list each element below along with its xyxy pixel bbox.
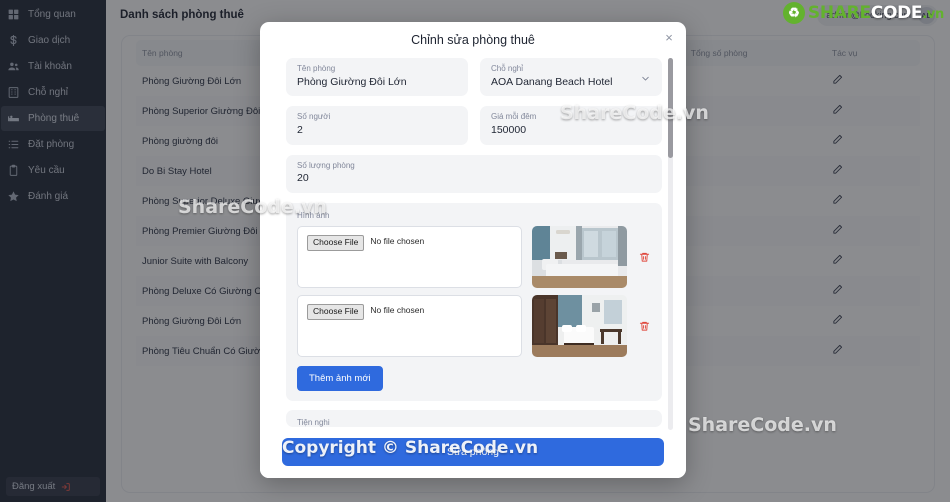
edit-room-modal: Chỉnh sửa phòng thuê × Tên phòng Phòng G…: [260, 22, 686, 478]
choose-file-button[interactable]: Choose File: [307, 235, 365, 251]
modal-body: Tên phòng Phòng Giường Đôi Lớn Chỗ nghỉ …: [260, 58, 686, 436]
form-row-1: Tên phòng Phòng Giường Đôi Lớn Chỗ nghỉ …: [286, 58, 662, 97]
modal-scrollbar[interactable]: [668, 58, 673, 430]
images-section: Hình ảnh Choose File No file chosen Choo…: [286, 203, 662, 402]
room-name-field[interactable]: Tên phòng Phòng Giường Đôi Lớn: [286, 58, 468, 97]
close-icon[interactable]: ×: [662, 30, 676, 44]
room-name-value: Phòng Giường Đôi Lớn: [297, 76, 407, 88]
file-input-2[interactable]: Choose File No file chosen: [297, 295, 522, 358]
guests-value: 2: [297, 125, 303, 137]
add-image-button[interactable]: Thêm ảnh mới: [297, 366, 383, 392]
modal-scrollbar-thumb[interactable]: [668, 58, 673, 158]
bedroom-wardrobe-photo: [532, 295, 627, 358]
file-input-1[interactable]: Choose File No file chosen: [297, 226, 522, 289]
room-count-value: 20: [297, 173, 309, 185]
amenities-label: Tiện nghi: [297, 418, 330, 428]
accommodation-label: Chỗ nghỉ: [491, 64, 524, 73]
price-field[interactable]: Giá mỗi đêm 150000: [480, 106, 662, 145]
app-root: Tổng quan Giao dịch Tài khoản Chỗ nghỉ P: [0, 0, 950, 502]
modal-header: Chỉnh sửa phòng thuê ×: [260, 22, 686, 58]
submit-button[interactable]: Sửa phòng: [282, 438, 664, 466]
guests-label: Số người: [297, 112, 331, 122]
images-label: Hình ảnh: [297, 211, 330, 221]
choose-file-button[interactable]: Choose File: [307, 304, 365, 320]
room-count-field[interactable]: Số lượng phòng 20: [286, 154, 662, 194]
modal-title: Chỉnh sửa phòng thuê: [411, 33, 535, 47]
modal-footer: Sửa phòng: [260, 436, 686, 478]
delete-image-button-1[interactable]: [637, 226, 651, 288]
image-row: Choose File No file chosen: [297, 226, 651, 289]
price-value: 150000: [491, 125, 527, 137]
file-status: No file chosen: [370, 236, 425, 247]
accommodation-value: AOA Danang Beach Hotel: [491, 76, 613, 88]
accommodation-select[interactable]: Chỗ nghỉ AOA Danang Beach Hotel: [480, 58, 662, 97]
image-row: Choose File No file chosen: [297, 295, 651, 358]
bedroom-window-photo: [532, 226, 627, 289]
room-name-label: Tên phòng: [297, 64, 336, 73]
chevron-down-icon: [640, 73, 651, 84]
file-status: No file chosen: [370, 305, 425, 316]
delete-image-button-2[interactable]: [637, 295, 651, 357]
room-count-label: Số lượng phòng: [297, 160, 355, 170]
guests-field[interactable]: Số người 2: [286, 106, 468, 145]
form-row-2: Số người 2 Giá mỗi đêm 150000: [286, 106, 662, 145]
amenities-section: Tiện nghi: [286, 410, 662, 428]
price-label: Giá mỗi đêm: [491, 112, 537, 122]
